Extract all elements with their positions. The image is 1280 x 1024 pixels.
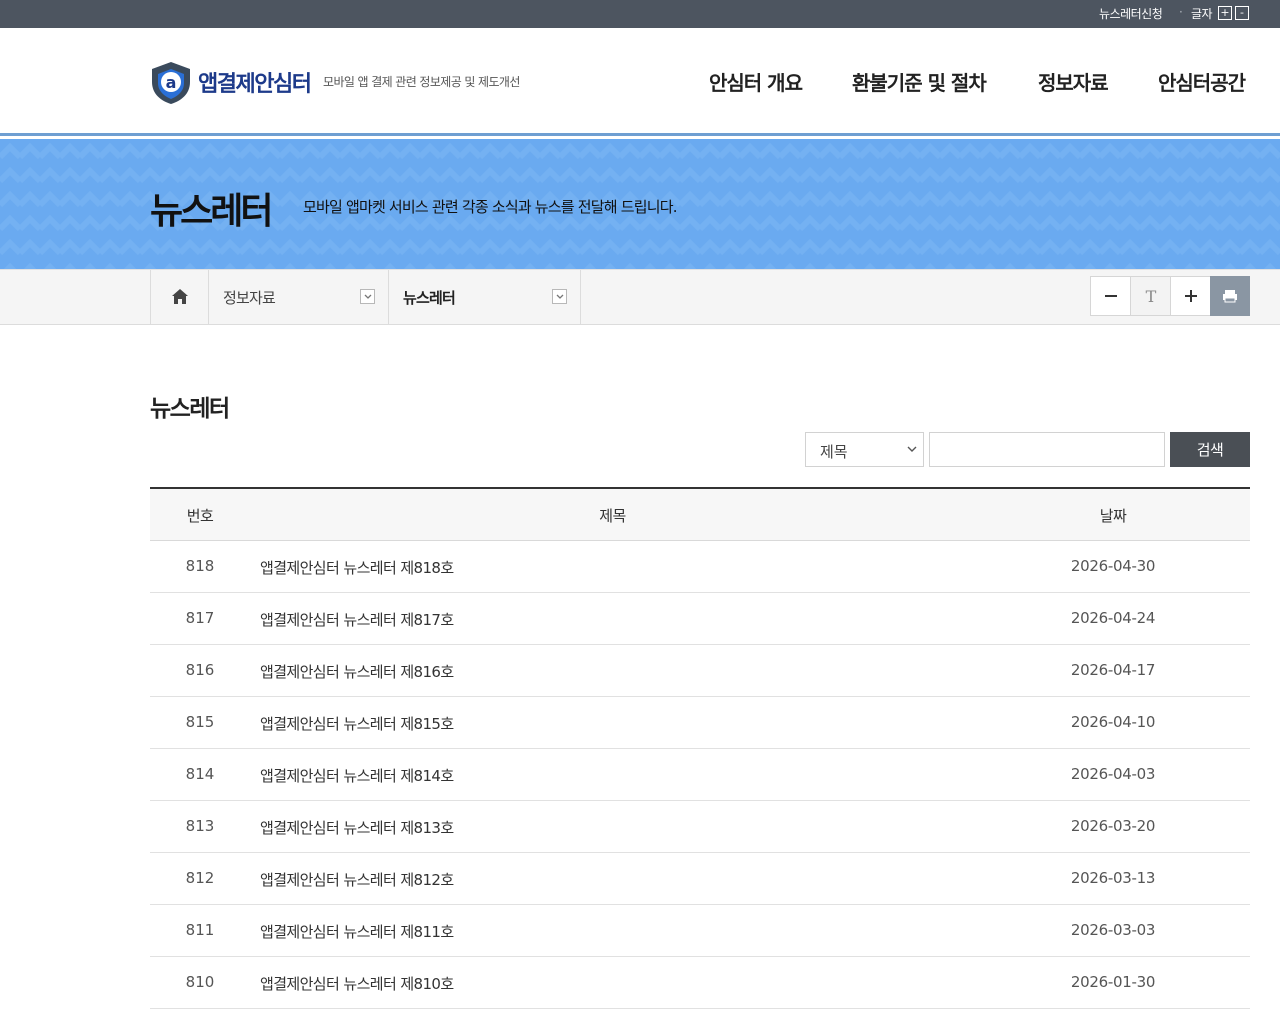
table-row[interactable]: 817 앱결제안심터 뉴스레터 제817호 2026-04-24 [150, 593, 1250, 645]
row-number: 813 [185, 817, 215, 835]
row-title-link[interactable]: 앱결제안심터 뉴스레터 제810호 [260, 973, 454, 994]
nav-item-info[interactable]: 정보자료 [1038, 67, 1109, 96]
search-category-value: 제목 [820, 443, 848, 461]
font-size-increase-button[interactable]: + [1218, 6, 1232, 20]
header-number: 번호 [186, 507, 214, 525]
nav-item-space[interactable]: 안심터공간 [1158, 67, 1246, 96]
row-title-link[interactable]: 앱결제안심터 뉴스레터 제814호 [260, 765, 454, 786]
text-size-icon: T [1146, 287, 1157, 306]
row-title-link[interactable]: 앱결제안심터 뉴스레터 제812호 [260, 869, 454, 890]
header-date: 날짜 [1099, 507, 1127, 525]
breadcrumb-depth1-label: 정보자료 [223, 289, 276, 307]
home-button[interactable] [150, 270, 209, 324]
row-number: 810 [185, 973, 215, 991]
breadcrumb-depth2-dropdown[interactable]: 뉴스레터 [389, 270, 581, 324]
top-utility-bar: 뉴스레터신청 · 글자 + - [0, 0, 1280, 28]
row-title-link[interactable]: 앱결제안심터 뉴스레터 제811호 [260, 921, 454, 942]
separator-dot: · [1179, 5, 1183, 19]
table-row[interactable]: 812 앱결제안심터 뉴스레터 제812호 2026-03-13 [150, 853, 1250, 905]
svg-text:T: T [1146, 287, 1157, 306]
row-number: 814 [185, 765, 215, 783]
newsletter-table: 번호 제목 날짜 818 앱결제안심터 뉴스레터 제818호 2026-04-30 8… [150, 487, 1250, 1009]
page-banner: 뉴스레터 모바일 앱마켓 서비스 관련 각종 소식과 뉴스를 전달해 드립니다. [0, 139, 1280, 269]
breadcrumb-depth2-label: 뉴스레터 [403, 289, 456, 307]
search-category-select[interactable]: 제목 [805, 432, 924, 467]
row-number: 815 [185, 713, 215, 731]
print-button[interactable] [1210, 276, 1250, 316]
print-icon [1223, 290, 1237, 303]
search-button[interactable]: 검색 [1170, 432, 1250, 467]
plus-icon [1185, 290, 1197, 302]
banner-title: 뉴스레터 [150, 191, 273, 232]
chevron-down-icon [360, 289, 375, 304]
site-header: a 앱결제안심터 모바일 앱 결제 관련 정보제공 및 제도개선 안심터 개요 … [0, 28, 1280, 136]
row-date: 2026-04-10 [1070, 713, 1156, 731]
table-row[interactable]: 811 앱결제안심터 뉴스레터 제811호 2026-03-03 [150, 905, 1250, 957]
table-body: 818 앱결제안심터 뉴스레터 제818호 2026-04-30 817 앱결제안심터 … [150, 541, 1250, 1009]
table-row[interactable]: 814 앱결제안심터 뉴스레터 제814호 2026-04-03 [150, 749, 1250, 801]
minus-icon [1105, 295, 1117, 297]
text-size-button[interactable]: T [1130, 276, 1171, 316]
row-date: 2026-03-13 [1070, 869, 1156, 887]
nav-item-refund[interactable]: 환불기준 및 절차 [852, 67, 987, 96]
row-title-link[interactable]: 앱결제안심터 뉴스레터 제813호 [260, 817, 454, 838]
font-size-label: 글자 [1191, 7, 1213, 21]
location-bar: 정보자료 뉴스레터 T [0, 269, 1280, 325]
row-date: 2026-03-03 [1070, 921, 1156, 939]
zoom-out-button[interactable] [1090, 276, 1131, 316]
row-title-link[interactable]: 앱결제안심터 뉴스레터 제817호 [260, 609, 454, 630]
page-title: 뉴스레터 [150, 396, 230, 422]
row-title-link[interactable]: 앱결제안심터 뉴스레터 제815호 [260, 713, 454, 734]
row-number: 818 [185, 557, 215, 575]
row-title-link[interactable]: 앱결제안심터 뉴스레터 제818호 [260, 557, 454, 578]
table-row[interactable]: 818 앱결제안심터 뉴스레터 제818호 2026-04-30 [150, 541, 1250, 593]
zoom-in-button[interactable] [1170, 276, 1211, 316]
table-header: 번호 제목 날짜 [150, 489, 1250, 541]
logo-name[interactable]: 앱결제안심터 [198, 66, 312, 98]
row-number: 812 [185, 869, 215, 887]
table-row[interactable]: 810 앱결제안심터 뉴스레터 제810호 2026-01-30 [150, 957, 1250, 1009]
home-icon [172, 289, 188, 304]
row-date: 2026-04-24 [1070, 609, 1156, 627]
chevron-down-icon [552, 289, 567, 304]
header-title: 제목 [599, 507, 626, 525]
row-date: 2026-04-17 [1070, 661, 1156, 679]
row-date: 2026-04-03 [1070, 765, 1156, 783]
row-number: 816 [185, 661, 215, 679]
table-row[interactable]: 813 앱결제안심터 뉴스레터 제813호 2026-03-20 [150, 801, 1250, 853]
row-date: 2026-04-30 [1070, 557, 1156, 575]
chevron-down-icon [907, 446, 917, 452]
table-row[interactable]: 815 앱결제안심터 뉴스레터 제815호 2026-04-10 [150, 697, 1250, 749]
svg-text:a: a [166, 73, 177, 92]
search-input[interactable] [929, 432, 1165, 467]
logo-subtitle: 모바일 앱 결제 관련 정보제공 및 제도개선 [323, 75, 520, 89]
row-number: 817 [185, 609, 215, 627]
row-title-link[interactable]: 앱결제안심터 뉴스레터 제816호 [260, 661, 454, 682]
banner-description: 모바일 앱마켓 서비스 관련 각종 소식과 뉴스를 전달해 드립니다. [303, 198, 678, 216]
breadcrumb-depth1-dropdown[interactable]: 정보자료 [209, 270, 389, 324]
newsletter-signup-link[interactable]: 뉴스레터신청 [1099, 5, 1163, 22]
font-size-decrease-button[interactable]: - [1235, 6, 1249, 20]
row-number: 811 [185, 921, 215, 939]
row-date: 2026-03-20 [1070, 817, 1156, 835]
nav-item-overview[interactable]: 안심터 개요 [709, 67, 803, 96]
table-row[interactable]: 816 앱결제안심터 뉴스레터 제816호 2026-04-17 [150, 645, 1250, 697]
logo-shield-icon[interactable]: a [149, 60, 193, 106]
row-date: 2026-01-30 [1070, 973, 1156, 991]
